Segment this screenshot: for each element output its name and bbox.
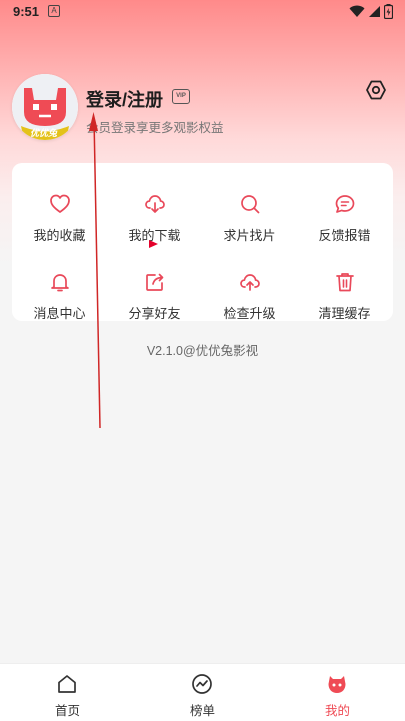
notification-icon: A bbox=[48, 5, 60, 17]
chat-icon bbox=[335, 195, 355, 213]
avatar[interactable]: 优优兔 bbox=[12, 74, 78, 140]
signal-icon bbox=[369, 6, 380, 17]
cloud-upload-icon bbox=[240, 274, 260, 291]
battery-icon bbox=[384, 4, 393, 19]
nav-home[interactable]: 首页 bbox=[0, 664, 135, 721]
gear-icon bbox=[366, 80, 386, 100]
menu-item-request-movie[interactable]: 求片找片 bbox=[202, 177, 297, 247]
menu-item-messages[interactable]: 消息中心 bbox=[12, 255, 107, 325]
menu-item-label: 我的下载 bbox=[128, 228, 181, 243]
menu-item-downloads[interactable]: 我的下载 bbox=[107, 177, 202, 247]
nav-label: 榜单 bbox=[189, 704, 215, 718]
vip-badge: VIP bbox=[172, 89, 190, 104]
menu-item-feedback[interactable]: 反馈报错 bbox=[297, 177, 392, 247]
login-register-link[interactable]: 登录/注册 bbox=[86, 86, 163, 112]
trend-icon bbox=[192, 674, 212, 694]
menu-item-label: 求片找片 bbox=[223, 228, 276, 243]
mascot-icon bbox=[328, 676, 346, 693]
trash-icon bbox=[336, 273, 354, 292]
nav-rankings[interactable]: 榜单 bbox=[135, 664, 270, 721]
home-icon bbox=[58, 675, 76, 693]
nav-label: 首页 bbox=[54, 704, 80, 718]
share-icon bbox=[146, 273, 164, 291]
nav-mine[interactable]: 我的 bbox=[270, 664, 405, 721]
menu-item-check-update[interactable]: 检查升级 bbox=[202, 255, 297, 325]
menu-item-share[interactable]: 分享好友 bbox=[107, 255, 202, 325]
avatar-caption: 优优兔 bbox=[30, 128, 58, 138]
menu-item-clear-cache[interactable]: 清理缓存 bbox=[297, 255, 392, 325]
menu-item-label: 消息中心 bbox=[33, 306, 86, 321]
bell-icon bbox=[51, 274, 69, 292]
settings-button[interactable] bbox=[365, 79, 387, 101]
status-time: 9:51 bbox=[13, 4, 40, 19]
status-bar: 9:51 A bbox=[0, 0, 405, 24]
feature-menu-card: 我的收藏 我的下载 求片找片 反馈报错 消息中心 分享好友 检查升级 清理缓存 bbox=[12, 163, 393, 321]
nav-label: 我的 bbox=[324, 704, 350, 718]
heart-icon bbox=[50, 194, 70, 213]
menu-item-label: 反馈报错 bbox=[318, 228, 371, 243]
status-icons bbox=[349, 4, 393, 19]
cloud-download-icon bbox=[145, 195, 165, 213]
bottom-navigation: 首页 榜单 我的 bbox=[0, 663, 405, 721]
menu-item-label: 清理缓存 bbox=[318, 306, 371, 321]
menu-item-favorites[interactable]: 我的收藏 bbox=[12, 177, 107, 247]
member-subtitle: 会员登录享更多观影权益 bbox=[86, 121, 224, 135]
search-icon bbox=[241, 195, 260, 214]
menu-item-label: 分享好友 bbox=[128, 306, 181, 321]
menu-item-label: 检查升级 bbox=[223, 306, 276, 321]
version-text: V2.1.0@优优兔影视 bbox=[146, 344, 259, 358]
menu-item-label: 我的收藏 bbox=[33, 228, 86, 243]
wifi-icon bbox=[349, 5, 365, 17]
